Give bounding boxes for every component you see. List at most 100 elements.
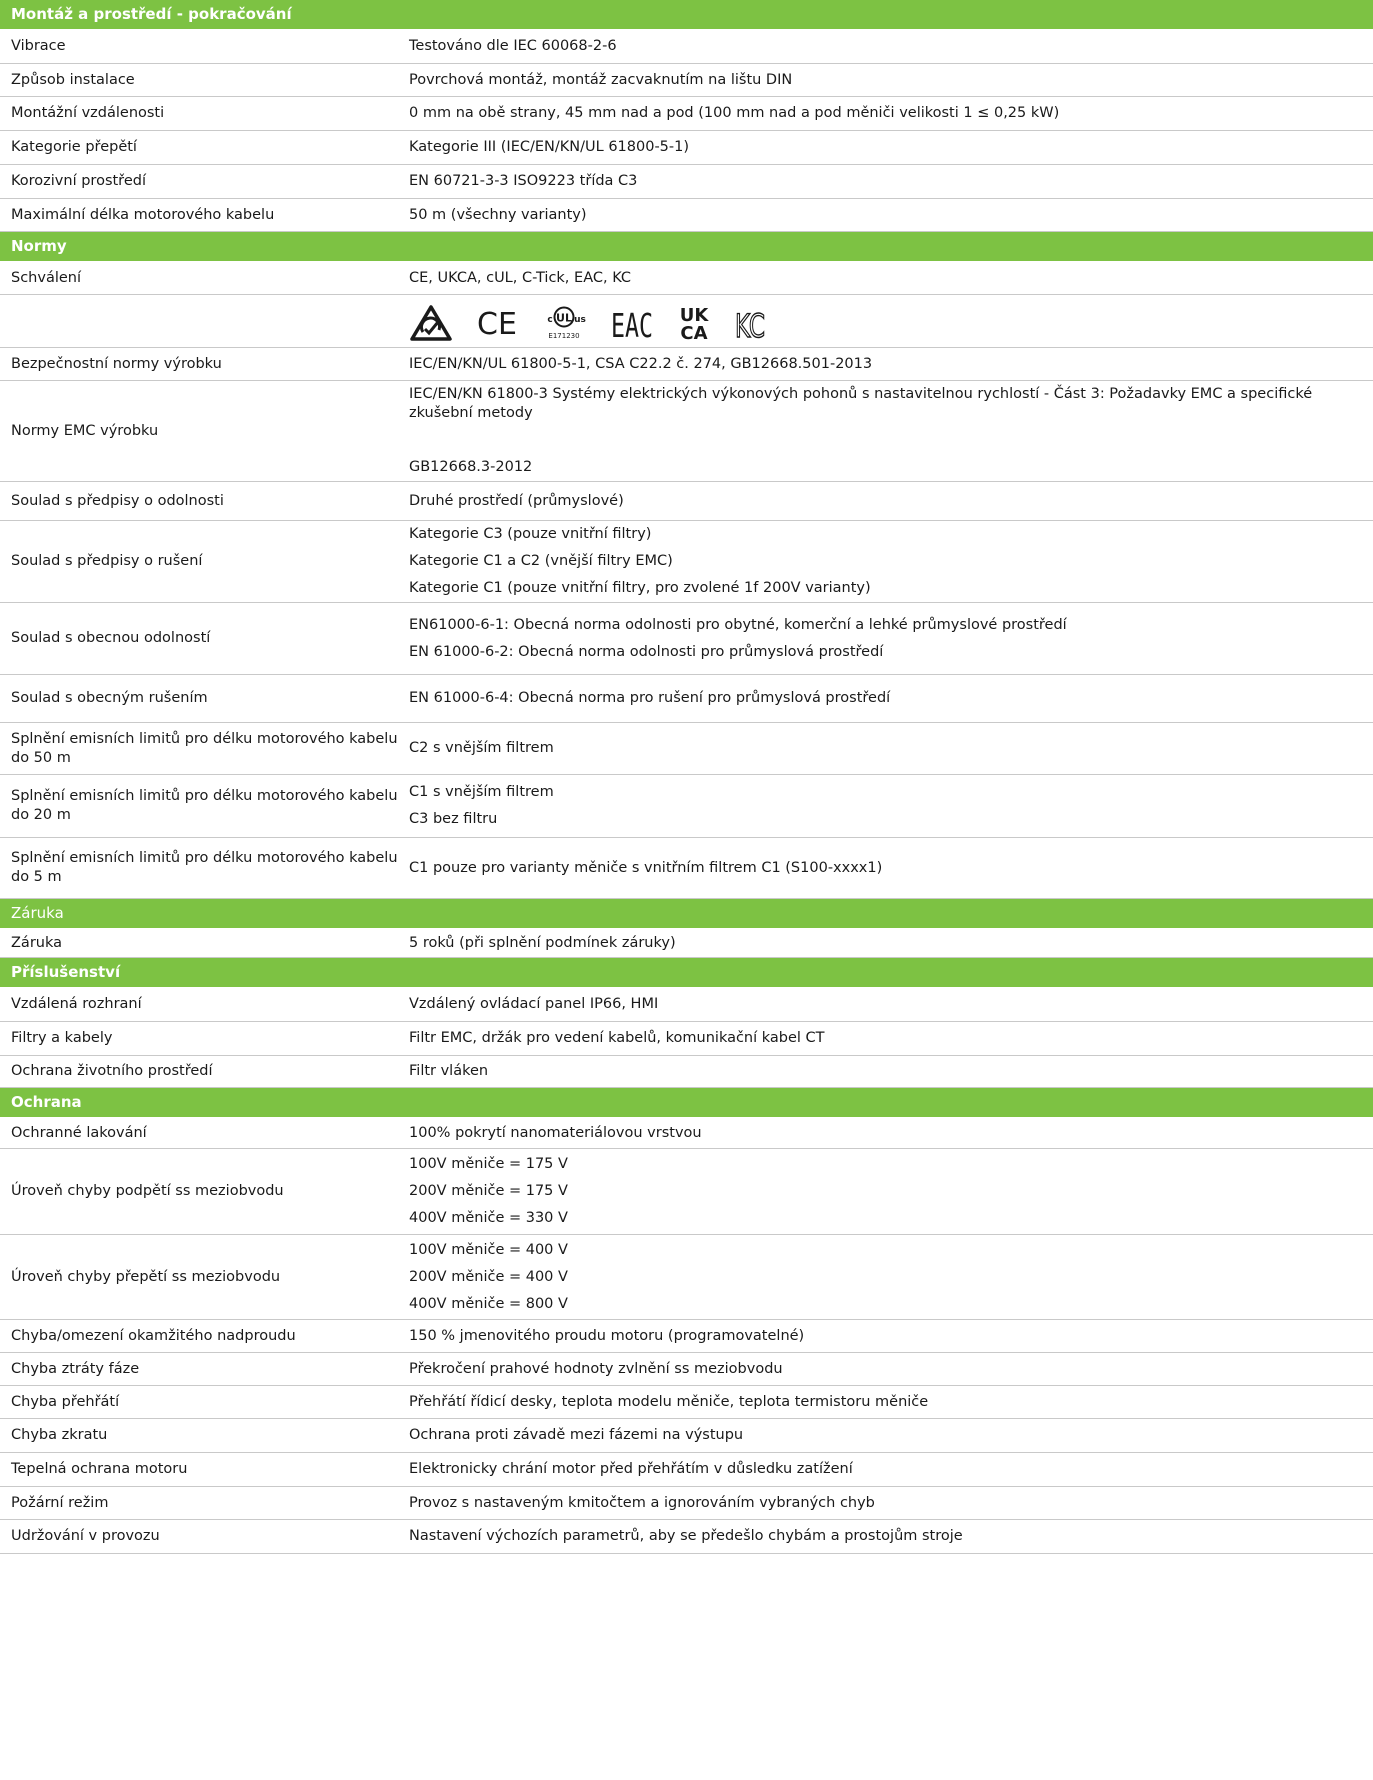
table-row: Záruka 5 roků (při splnění podmínek záruk… xyxy=(0,929,1373,958)
row-value: CE, UKCA, cUL, C-Tick, EAC, KC xyxy=(409,262,1373,294)
row-label: Filtry a kabely xyxy=(11,1030,113,1046)
row-label: Soulad s předpisy o rušení xyxy=(11,553,203,569)
row-value: 100% pokrytí nanomateriálovou vrstvou xyxy=(409,1118,1373,1148)
row-label: Chyba zkratu xyxy=(11,1427,108,1443)
row-label: Soulad s předpisy o odolnosti xyxy=(11,492,224,509)
value-line: IEC/EN/KN 61800-3 Systémy elektrických v… xyxy=(409,386,1313,421)
row-value: Nastavení výchozích parametrů, aby se př… xyxy=(409,1520,1373,1553)
row-value: 100V měniče = 175 V 200V měniče = 175 V 40… xyxy=(409,1149,1373,1234)
table-row: Splnění emisních limitů pro délku motoro… xyxy=(0,723,1373,775)
row-label: Maximální délka motorového kabelu xyxy=(11,206,275,223)
table-row: Soulad s předpisy o odolnosti Druhé prost… xyxy=(0,482,1373,521)
svg-text:c: c xyxy=(547,315,552,325)
value-line: CE, UKCA, cUL, C-Tick, EAC, KC xyxy=(409,269,632,286)
row-label: Úroveň chyby podpětí ss meziobvodu xyxy=(11,1183,284,1199)
value-line: EN61000-6-1: Obecná norma odolnosti pro … xyxy=(409,616,1067,633)
value-line: IEC/EN/KN/UL 61800-5-1, CSA C22.2 č. 274… xyxy=(409,355,873,372)
row-label: Tepelná ochrana motoru xyxy=(11,1461,188,1477)
row-value: EN61000-6-1: Obecná norma odolnosti pro … xyxy=(409,603,1373,674)
value-line: 200V měniče = 400 V xyxy=(409,1268,568,1285)
section-header: Normy xyxy=(0,232,1373,262)
table-row: Požární režim Provoz s nastaveným kmitočt… xyxy=(0,1487,1373,1520)
value-line: EN 61000-6-4: Obecná norma pro rušení pr… xyxy=(409,690,891,706)
value-line: Vzdálený ovládací panel IP66, HMI xyxy=(409,996,659,1012)
certification-logos: CE UL c us E171230 EAC UK CA KC xyxy=(409,299,1365,343)
row-value: Kategorie III (IEC/EN/KN/UL 61800-5-1) xyxy=(409,131,1373,164)
spec-table: Montáž a prostředí - pokračování Vibrace T… xyxy=(0,0,1373,1554)
section-header: Ochrana xyxy=(0,1088,1373,1118)
row-value: C1 pouze pro varianty měniče s vnitřním … xyxy=(409,838,1373,898)
ukca-mark-icon: UKCA xyxy=(680,305,710,342)
value-line: 400V měniče = 800 V xyxy=(409,1295,568,1312)
row-label: Ochranné lakování xyxy=(11,1124,147,1141)
value-line: 200V měniče = 175 V xyxy=(409,1183,568,1199)
row-value: Filtr vláken xyxy=(409,1056,1373,1087)
table-row: Filtry a kabely Filtr EMC, držák pro vede… xyxy=(0,1022,1373,1056)
row-value: IEC/EN/KN/UL 61800-5-1, CSA C22.2 č. 274… xyxy=(409,348,1373,380)
value-line: Kategorie C3 (pouze vnitřní filtry) xyxy=(409,526,652,542)
value-line: 50 m (všechny varianty) xyxy=(409,206,587,223)
row-label: Požární režim xyxy=(11,1494,109,1511)
row-value: Provoz s nastaveným kmitočtem a ignorová… xyxy=(409,1487,1373,1519)
value-line: Filtr EMC, držák pro vedení kabelů, komu… xyxy=(409,1030,825,1046)
table-row: Soulad s obecným rušením EN 61000-6-4: Ob… xyxy=(0,675,1373,723)
table-row: Soulad s předpisy o rušení Kategorie C3 (… xyxy=(0,521,1373,603)
kc-mark-icon: KC xyxy=(734,306,765,342)
table-row: Schválení CE, UKCA, cUL, C-Tick, EAC, KC xyxy=(0,262,1373,295)
row-value: Ochrana proti závadě mezi fázemi na výst… xyxy=(409,1419,1373,1452)
table-row: Ochranné lakování 100% pokrytí nanomateri… xyxy=(0,1118,1373,1149)
row-label: Schválení xyxy=(11,269,82,286)
ce-mark-icon: CE xyxy=(477,307,517,342)
svg-text:EAC: EAC xyxy=(611,306,653,342)
row-label: Splnění emisních limitů pro délku motoro… xyxy=(11,788,398,823)
value-line: 100% pokrytí nanomateriálovou vrstvou xyxy=(409,1124,702,1141)
table-row: Chyba zkratu Ochrana proti závadě mezi fá… xyxy=(0,1419,1373,1453)
value-line: Provoz s nastaveným kmitočtem a ignorová… xyxy=(409,1494,875,1511)
row-label: Vzdálená rozhraní xyxy=(11,996,142,1012)
row-value: Povrchová montáž, montáž zacvaknutím na … xyxy=(409,64,1373,96)
value-line: Povrchová montáž, montáž zacvaknutím na … xyxy=(409,71,793,88)
row-value: Vzdálený ovládací panel IP66, HMI xyxy=(409,988,1373,1021)
value-line: Přehřátí řídicí desky, teplota modelu mě… xyxy=(409,1393,929,1410)
value-line: Filtr vláken xyxy=(409,1063,489,1079)
row-label: Ochrana životního prostředí xyxy=(11,1063,213,1079)
row-value: Druhé prostředí (průmyslové) xyxy=(409,482,1373,520)
cul-us-mark-icon: UL c us E171230 xyxy=(547,306,586,340)
eac-mark-icon: EAC xyxy=(611,306,653,342)
row-label: Splnění emisních limitů pro délku motoro… xyxy=(11,850,398,885)
value-line: EN 61000-6-2: Obecná norma odolnosti pro… xyxy=(409,643,884,660)
row-value: 150 % jmenovitého proudu motoru (program… xyxy=(409,1320,1373,1352)
svg-text:E171230: E171230 xyxy=(548,332,579,340)
table-row: Udržování v provozu Nastavení výchozích p… xyxy=(0,1520,1373,1554)
row-label: Soulad s obecným rušením xyxy=(11,690,208,706)
table-row: Způsob instalace Povrchová montáž, montáž… xyxy=(0,64,1373,97)
value-line: C1 s vnějším filtrem xyxy=(409,784,554,800)
value-line: 5 roků (při splnění podmínek záruky) xyxy=(409,934,676,951)
row-value: IEC/EN/KN 61800-3 Systémy elektrických v… xyxy=(409,381,1373,481)
value-line: Kategorie C1 a C2 (vnější filtry EMC) xyxy=(409,553,673,569)
row-label: Záruka xyxy=(11,934,62,951)
row-label: Kategorie přepětí xyxy=(11,139,137,155)
row-label: Splnění emisních limitů pro délku motoro… xyxy=(11,730,398,766)
row-value: Filtr EMC, držák pro vedení kabelů, komu… xyxy=(409,1022,1373,1055)
table-row: Montážní vzdálenosti 0 mm na obě strany, … xyxy=(0,97,1373,131)
table-row: Ochrana životního prostředí Filtr vláken xyxy=(0,1056,1373,1088)
section-header: Příslušenství xyxy=(0,958,1373,988)
row-label: Způsob instalace xyxy=(11,71,135,88)
table-row: Korozivní prostředí EN 60721-3-3 ISO9223 … xyxy=(0,165,1373,199)
svg-text:KC: KC xyxy=(735,307,765,342)
table-row: Úroveň chyby přepětí ss meziobvodu 100V m… xyxy=(0,1235,1373,1320)
table-row: Kategorie přepětí Kategorie III (IEC/EN/K… xyxy=(0,131,1373,165)
table-row: Maximální délka motorového kabelu 50 m (v… xyxy=(0,199,1373,232)
table-row: Chyba/omezení okamžitého nadproudu 150 % … xyxy=(0,1320,1373,1353)
row-value: Kategorie C3 (pouze vnitřní filtry) Kateg… xyxy=(409,521,1373,602)
row-value: Přehřátí řídicí desky, teplota modelu mě… xyxy=(409,1386,1373,1418)
value-line: Testováno dle IEC 60068-2-6 xyxy=(409,38,617,54)
table-row: Vibrace Testováno dle IEC 60068-2-6 xyxy=(0,30,1373,64)
svg-text:UL: UL xyxy=(556,312,572,325)
row-label: Úroveň chyby přepětí ss meziobvodu xyxy=(11,1268,281,1285)
value-line: Druhé prostředí (průmyslové) xyxy=(409,492,624,509)
svg-text:CE: CE xyxy=(477,307,517,342)
row-label: Soulad s obecnou odolností xyxy=(11,630,211,646)
row-label: Chyba/omezení okamžitého nadproudu xyxy=(11,1327,296,1344)
